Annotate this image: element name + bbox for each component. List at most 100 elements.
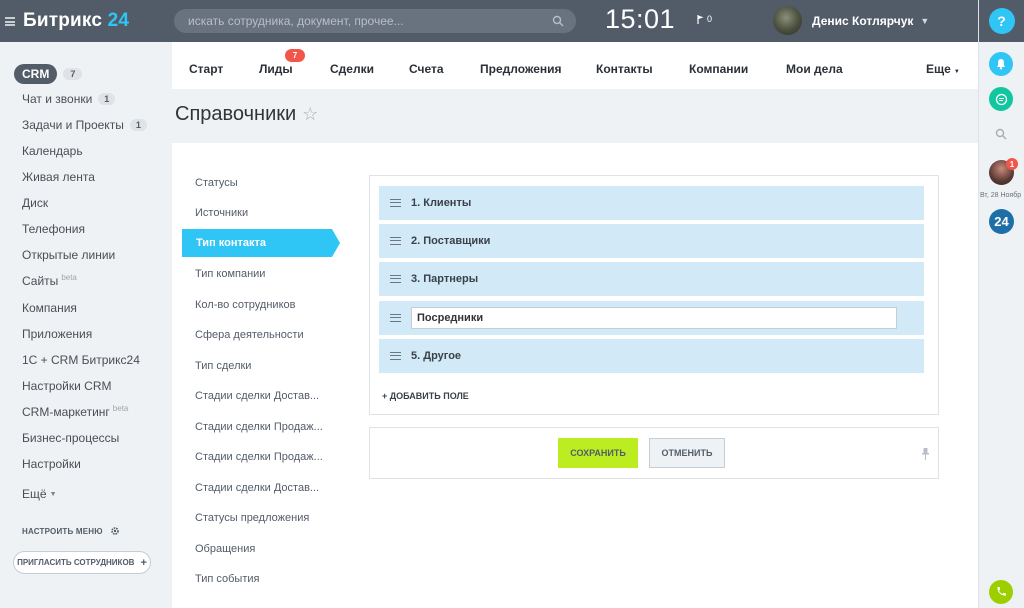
nav-item-statuses[interactable]: Статусы — [195, 177, 238, 189]
sidebar-item-1c[interactable]: 1С + CRM Битрикс24 — [22, 353, 140, 367]
user-name: Денис Котлярчук — [812, 13, 914, 28]
nav-item-deal-stages-2[interactable]: Стадии сделки Продаж... — [195, 421, 323, 433]
add-field-link[interactable]: + ДОБАВИТЬ ПОЛЕ — [382, 391, 469, 401]
invite-employees-button[interactable]: ПРИГЛАСИТЬ СОТРУДНИКОВ + — [13, 551, 151, 574]
nav-item-sources[interactable]: Источники — [195, 207, 248, 219]
sidebar-item-crm-marketing[interactable]: CRM-маркетинг beta — [22, 403, 129, 420]
chevron-down-icon: ▼ — [49, 490, 57, 498]
crm-counter: 7 — [63, 68, 83, 80]
chat-counter: 1 — [98, 93, 116, 105]
search-icon[interactable] — [552, 15, 564, 27]
drag-handle-icon[interactable] — [390, 314, 401, 322]
tab-more[interactable]: Еще ▼ — [926, 62, 960, 76]
sidebar-item-calendar[interactable]: Календарь — [22, 144, 83, 158]
configure-menu-button[interactable]: НАСТРОИТЬ МЕНЮ — [22, 526, 120, 536]
flag-icon — [697, 14, 704, 24]
bell-icon — [996, 59, 1006, 70]
flag-indicator[interactable]: 0 — [697, 14, 712, 24]
chevron-down-icon: ▼ — [953, 69, 960, 75]
recent-chat-badge: 1 — [1006, 158, 1018, 170]
avatar — [773, 6, 802, 35]
logo[interactable]: Битрикс 24 — [23, 10, 129, 32]
nav-item-quote-statuses[interactable]: Статусы предложения — [195, 512, 309, 524]
list-item[interactable]: 1. Клиенты — [379, 186, 924, 220]
tab-contacts[interactable]: Контакты — [596, 62, 653, 76]
help-button[interactable]: ? — [988, 8, 1015, 34]
menu-toggle-icon[interactable] — [5, 16, 15, 26]
drag-handle-icon[interactable] — [390, 199, 401, 207]
nav-item-salutations[interactable]: Обращения — [195, 543, 255, 555]
tab-invoices[interactable]: Счета — [409, 62, 444, 76]
leads-badge: 7 — [285, 49, 305, 62]
sidebar-item-telephony[interactable]: Телефония — [22, 222, 85, 236]
sidebar-item-crm[interactable]: CRM 7 — [14, 64, 83, 84]
flag-count: 0 — [707, 14, 713, 24]
sidebar-item-bizproc[interactable]: Бизнес-процессы — [22, 431, 119, 445]
nav-item-company-type[interactable]: Тип компании — [195, 268, 265, 280]
drag-handle-icon[interactable] — [390, 237, 401, 245]
star-icon[interactable]: ☆ — [302, 104, 318, 125]
beta-label: beta — [61, 272, 77, 282]
beta-label: beta — [112, 403, 129, 413]
values-list: 1. Клиенты 2. Поставщики 3. Партнеры 5. … — [369, 175, 939, 415]
list-item[interactable]: 3. Партнеры — [379, 262, 924, 296]
page-title: Справочники ☆ — [175, 103, 319, 125]
tab-start[interactable]: Старт — [189, 62, 223, 76]
search-button[interactable] — [989, 122, 1013, 146]
top-header: Битрикс 24 15:01 0 Денис Котлярчук ▼ — [0, 0, 978, 42]
list-item[interactable]: 2. Поставщики — [379, 224, 924, 258]
content-area: Статусы Источники Тип контакта Тип компа… — [172, 143, 978, 608]
nav-item-industry[interactable]: Сфера деятельности — [195, 329, 304, 341]
tab-my-activities[interactable]: Мои дела — [786, 62, 843, 76]
nav-item-deal-stages-4[interactable]: Стадии сделки Достав... — [195, 482, 319, 494]
tab-deals[interactable]: Сделки — [330, 62, 374, 76]
tab-leads[interactable]: Лиды — [259, 62, 293, 76]
plus-icon: + — [140, 556, 147, 569]
pin-icon[interactable] — [922, 448, 929, 460]
sidebar-item-tasks[interactable]: Задачи и Проекты 1 — [22, 118, 147, 132]
user-menu[interactable]: Денис Котлярчук ▼ — [773, 6, 929, 35]
tab-quotes[interactable]: Предложения — [480, 62, 562, 76]
drag-handle-icon[interactable] — [390, 352, 401, 360]
left-menu: CRM 7 Чат и звонки 1 Задачи и Проекты 1 Ка… — [0, 42, 172, 608]
sidebar-item-settings[interactable]: Настройки — [22, 457, 81, 471]
phone-icon — [997, 587, 1006, 596]
notifications-button[interactable] — [989, 52, 1013, 76]
phone-button[interactable] — [989, 580, 1013, 604]
nav-item-deal-stages-3[interactable]: Стадии сделки Продаж... — [195, 451, 323, 463]
sidebar-item-company[interactable]: Компания — [22, 301, 77, 315]
cancel-button[interactable]: ОТМЕНИТЬ — [649, 438, 725, 468]
chat-icon — [995, 93, 1007, 105]
sidebar-item-sites[interactable]: Сайты beta — [22, 272, 77, 289]
chat-button[interactable] — [989, 87, 1013, 111]
nav-item-employees[interactable]: Кол-во сотрудников — [195, 299, 295, 311]
nav-item-event-type[interactable]: Тип события — [195, 573, 259, 585]
search-icon — [995, 128, 1007, 140]
date-label: Вт, 28 Ноябр — [980, 192, 1022, 199]
list-item[interactable]: 5. Другое — [379, 339, 924, 373]
value-name-input[interactable] — [411, 307, 897, 329]
clock[interactable]: 15:01 — [605, 4, 675, 35]
sidebar-item-disk[interactable]: Диск — [22, 196, 48, 210]
save-button[interactable]: СОХРАНИТЬ — [558, 438, 638, 468]
action-panel: СОХРАНИТЬ ОТМЕНИТЬ — [369, 427, 939, 479]
gear-icon — [110, 527, 119, 535]
bitrix24-button[interactable]: 24 — [989, 209, 1014, 234]
sidebar-item-more[interactable]: Ещё ▼ — [22, 487, 57, 501]
sidebar-item-open-lines[interactable]: Открытые линии — [22, 248, 115, 262]
search-input[interactable] — [188, 14, 548, 28]
right-panel: ? 1 Вт, 28 Ноябр 24 — [978, 0, 1024, 608]
sidebar-item-crm-settings[interactable]: Настройки CRM — [22, 379, 112, 393]
sidebar-item-chat[interactable]: Чат и звонки 1 — [22, 92, 116, 106]
sidebar-item-feed[interactable]: Живая лента — [22, 170, 95, 184]
sidebar-item-apps[interactable]: Приложения — [22, 327, 92, 341]
nav-item-deal-stages-1[interactable]: Стадии сделки Достав... — [195, 390, 319, 402]
tab-companies[interactable]: Компании — [689, 62, 748, 76]
drag-handle-icon[interactable] — [390, 275, 401, 283]
search-bar — [174, 9, 576, 33]
nav-item-deal-type[interactable]: Тип сделки — [195, 360, 251, 372]
list-item-editing[interactable] — [379, 301, 924, 335]
tasks-counter: 1 — [129, 119, 147, 131]
crm-tabs: Старт Лиды 7 Сделки Счета Предложения Ко… — [172, 42, 978, 89]
nav-item-contact-type[interactable]: Тип контакта — [182, 229, 340, 257]
